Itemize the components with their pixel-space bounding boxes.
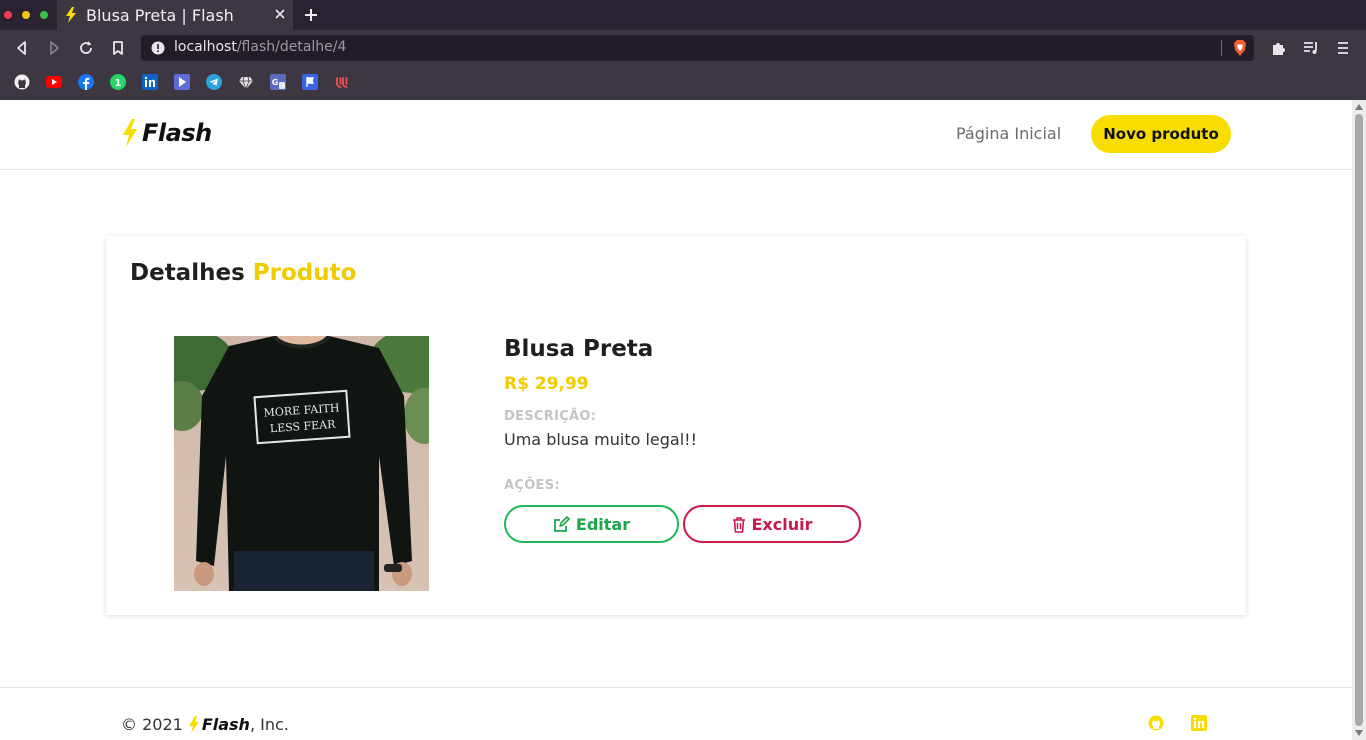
telegram-icon[interactable] <box>206 74 222 90</box>
delete-button[interactable]: Excluir <box>683 505 861 543</box>
url-text: localhost/flash/detalhe/4 <box>174 39 347 55</box>
description-label: DESCRIÇÃO: <box>504 409 597 424</box>
back-icon[interactable] <box>13 39 31 57</box>
site-info-icon[interactable] <box>151 41 165 55</box>
github-footer-icon[interactable] <box>1148 715 1164 731</box>
close-window-dot[interactable] <box>4 11 12 19</box>
whatsapp-icon[interactable]: 1 <box>110 74 126 90</box>
bolt-logo-icon <box>123 119 137 147</box>
scroll-up-icon[interactable] <box>1355 104 1363 110</box>
reload-icon[interactable] <box>77 39 95 57</box>
footer-copyright: © 2021 Flash , Inc. <box>121 715 289 734</box>
edit-icon <box>553 515 570 532</box>
udemy-icon[interactable] <box>334 74 350 90</box>
svg-text:G: G <box>272 78 279 87</box>
scrollbar-thumb[interactable] <box>1355 114 1363 726</box>
page-viewport: Flash Página Inicial Novo produto Detalh… <box>0 100 1352 740</box>
site-logo[interactable]: Flash <box>121 119 212 147</box>
menu-icon[interactable] <box>1334 39 1352 57</box>
facebook-icon[interactable] <box>78 74 94 90</box>
svg-text:1: 1 <box>115 78 122 89</box>
nav-home-link[interactable]: Página Inicial <box>956 124 1061 143</box>
address-bar: localhost/flash/detalhe/4 <box>0 30 1366 66</box>
edit-label: Editar <box>575 514 631 534</box>
product-price: R$ 29,99 <box>504 374 589 394</box>
bolt-footer-icon <box>188 716 199 733</box>
bookmarks-bar: 1 G <box>0 66 1366 100</box>
scroll-down-icon[interactable] <box>1355 730 1363 736</box>
play-icon[interactable] <box>174 74 190 90</box>
bookmark-icon[interactable] <box>109 39 127 57</box>
edit-button[interactable]: Editar <box>504 505 679 543</box>
product-description: Uma blusa muito legal!! <box>504 430 697 449</box>
brave-shield-icon[interactable] <box>1231 39 1249 57</box>
url-field[interactable]: localhost/flash/detalhe/4 <box>141 35 1254 61</box>
site-navbar: Flash Página Inicial Novo produto <box>0 100 1352 170</box>
bolt-favicon-icon <box>63 7 79 23</box>
new-product-button[interactable]: Novo produto <box>1091 115 1231 153</box>
tab-title: Blusa Preta | Flash <box>86 5 234 25</box>
browser-tab-bar: Blusa Preta | Flash <box>0 0 1366 30</box>
product-name: Blusa Preta <box>504 336 654 362</box>
youtube-icon[interactable] <box>46 74 62 90</box>
maximize-window-dot[interactable] <box>40 11 48 19</box>
trash-icon <box>732 516 745 533</box>
logo-text: Flash <box>142 119 212 147</box>
product-image: MORE FAITH LESS FEAR <box>174 336 429 591</box>
extensions-icon[interactable] <box>1270 39 1288 57</box>
url-separator <box>1221 40 1222 56</box>
window-controls <box>4 11 48 19</box>
product-detail-card: Detalhes Produto MORE FAITH LESS FEAR Bl… <box>106 236 1246 615</box>
browser-tab-active[interactable]: Blusa Preta | Flash <box>57 0 293 30</box>
close-tab-icon[interactable] <box>273 7 287 21</box>
minimize-window-dot[interactable] <box>22 11 30 19</box>
translate-icon[interactable]: G <box>270 74 286 90</box>
github-icon[interactable] <box>14 74 30 90</box>
site-footer: © 2021 Flash , Inc. <box>0 687 1352 740</box>
page-scrollbar[interactable] <box>1352 100 1366 740</box>
linkedin-icon[interactable] <box>142 74 158 90</box>
diamond-icon[interactable] <box>238 74 254 90</box>
flag-icon[interactable] <box>302 74 318 90</box>
page-title: Detalhes Produto <box>130 260 357 286</box>
actions-label: AÇÕES: <box>504 478 560 493</box>
playlist-icon[interactable] <box>1302 39 1320 57</box>
linkedin-footer-icon[interactable] <box>1191 715 1207 731</box>
forward-icon[interactable] <box>45 39 63 57</box>
new-tab-icon[interactable] <box>302 6 320 24</box>
delete-label: Excluir <box>751 514 813 534</box>
